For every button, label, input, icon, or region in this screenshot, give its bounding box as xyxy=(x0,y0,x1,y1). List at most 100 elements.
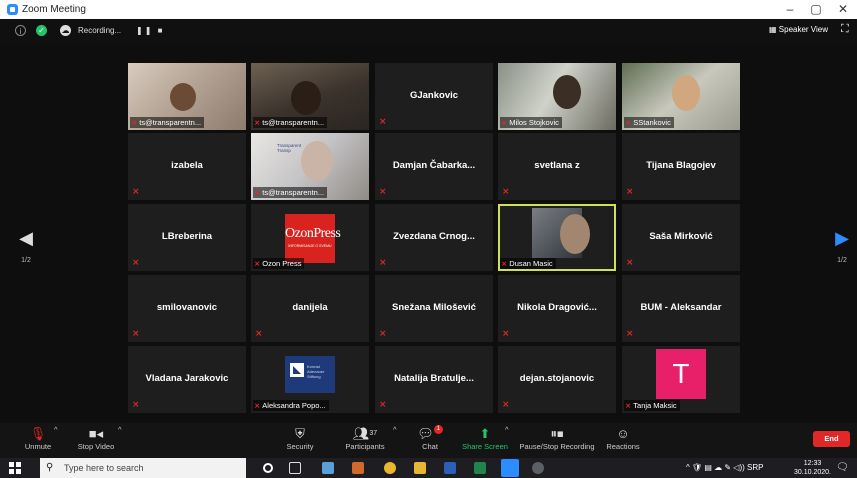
participant-tile[interactable]: izabela ⨯ xyxy=(128,133,246,200)
participant-tile[interactable]: Vladana Jarakovic ⨯ xyxy=(128,346,246,413)
app-icon[interactable] xyxy=(322,462,334,474)
taskbar-search[interactable]: ⚲ Type here to search xyxy=(40,458,246,478)
participant-tile[interactable]: Saša Mirković ⨯ xyxy=(622,204,740,271)
participant-label: ⨯ ts@transparentn... xyxy=(130,117,205,128)
participant-tile[interactable]: ⨯ SStankovic xyxy=(622,63,740,130)
app2-icon[interactable] xyxy=(532,462,544,474)
unmute-label: Unmute xyxy=(24,442,52,451)
word-icon[interactable] xyxy=(444,462,456,474)
participant-tile[interactable]: ⨯ ts@transparentn... xyxy=(128,63,246,130)
end-meeting-button[interactable]: End xyxy=(813,431,850,447)
search-icon: ⚲ xyxy=(46,462,54,473)
unmute-button[interactable]: 🎙︎ Unmute xyxy=(20,425,56,451)
participant-tile[interactable]: ⨯ Dusan Masic xyxy=(498,204,616,271)
chat-label: Chat xyxy=(422,442,438,451)
video-options-chevron-icon[interactable]: ^ xyxy=(118,425,122,434)
participant-name: dejan.stojanovic xyxy=(519,373,595,384)
participant-name: Tijana Blagojev xyxy=(646,160,716,171)
fullscreen-icon[interactable]: ⛶ xyxy=(841,23,849,36)
participant-tile[interactable]: Zvezdana Crnog... ⨯ xyxy=(375,204,493,271)
participant-label: ⨯ ts@transparentn... xyxy=(253,187,328,198)
participants-button[interactable]: 👥︎37 Participants xyxy=(344,425,386,451)
participant-silhouette xyxy=(672,75,700,111)
recording-controls[interactable]: ❚❚ ■ xyxy=(136,26,164,35)
taskbar-search-placeholder: Type here to search xyxy=(64,463,144,473)
participant-tile[interactable]: ⨯ ts@transparentn... xyxy=(251,63,369,130)
microphone-muted-icon: ⨯ xyxy=(132,186,140,196)
next-page-button[interactable]: ▶ 1/2 xyxy=(832,228,852,264)
task-view-icon[interactable] xyxy=(289,462,301,474)
participant-tile[interactable]: Snežana Milošević ⨯ xyxy=(375,275,493,342)
microphone-muted-icon: ⨯ xyxy=(626,328,634,338)
participant-tile[interactable]: Nikola Dragović... ⨯ xyxy=(498,275,616,342)
zoom-taskbar-icon[interactable] xyxy=(501,459,519,477)
windows-start-icon[interactable] xyxy=(9,462,21,474)
system-tray[interactable]: ^ 🛡︎ ▤ ☁ ✎ ◁)) SRP xyxy=(686,463,763,472)
files-icon[interactable] xyxy=(352,462,364,474)
microphone-muted-icon: ⨯ xyxy=(255,328,263,338)
participant-tile[interactable]: smilovanovic ⨯ xyxy=(128,275,246,342)
participant-tile[interactable]: ⨯ Milos Stojkovic xyxy=(498,63,616,130)
participant-grid: ⨯ ts@transparentn... ⨯ ts@transparentn... GJ… xyxy=(128,63,741,413)
speaker-view-button[interactable]: ▦ Speaker View xyxy=(769,25,828,34)
chat-button[interactable]: 💬︎ 1 Chat xyxy=(416,425,444,451)
recording-cloud-icon: ☁ xyxy=(60,25,71,36)
participant-name: Snežana Milošević xyxy=(392,302,476,313)
stop-video-label: Stop Video xyxy=(77,442,115,451)
participant-tile[interactable]: svetlana z ⨯ xyxy=(498,133,616,200)
participant-label-text: ts@transparentn... xyxy=(139,118,202,127)
chat-bubble-icon: 💬︎ 1 xyxy=(416,425,444,442)
participant-tile[interactable]: OzonPress INFORMISANJE O SVEMU ⨯ Ozon Press xyxy=(251,204,369,271)
share-screen-arrow-icon: ⬆ xyxy=(479,426,491,441)
participant-tile[interactable]: Konrad Adenauer Stiftung ⨯ Aleksandra Popo… xyxy=(251,346,369,413)
participant-tile[interactable]: BUM - Aleksandar ⨯ xyxy=(622,275,740,342)
stop-video-button[interactable]: ■◂ Stop Video xyxy=(74,425,118,451)
encryption-shield-icon[interactable]: ✓ xyxy=(36,25,47,36)
participant-tile[interactable]: dejan.stojanovic ⨯ xyxy=(498,346,616,413)
pause-stop-recording-button[interactable]: ⏸⏹ Pause/Stop Recording xyxy=(517,425,597,451)
microphone-muted-icon: ⨯ xyxy=(132,328,140,338)
minimize-button[interactable]: – xyxy=(780,2,800,16)
microphone-muted-icon: ⨯ xyxy=(626,186,634,196)
info-icon[interactable]: i xyxy=(15,25,26,36)
security-label: Security xyxy=(286,442,314,451)
chrome-icon[interactable] xyxy=(384,462,396,474)
shield-icon: ⛨ xyxy=(295,426,305,441)
kas-logo: Konrad Adenauer Stiftung xyxy=(285,356,335,393)
share-screen-button[interactable]: ⬆ Share Screen xyxy=(461,425,509,451)
clock-time: 12:33 xyxy=(803,460,822,467)
notification-icon[interactable]: 🗨︎ xyxy=(836,462,849,473)
participant-tile[interactable]: T ⨯ Tanja Maksic xyxy=(622,346,740,413)
participant-tile[interactable]: danijela ⨯ xyxy=(251,275,369,342)
tray-language: SRP xyxy=(747,463,764,472)
excel-icon[interactable] xyxy=(474,462,486,474)
page-indicator-right: 1/2 xyxy=(837,257,847,264)
file-explorer-icon[interactable] xyxy=(414,462,426,474)
participant-tile[interactable]: Damjan Čabarka... ⨯ xyxy=(375,133,493,200)
participant-tile[interactable]: LBreberina ⨯ xyxy=(128,204,246,271)
arrow-right-icon: ▶ xyxy=(835,228,849,248)
prev-page-button[interactable]: ◀ 1/2 xyxy=(16,228,36,264)
tray-icons: ^ 🛡︎ ▤ ☁ ✎ ◁)) xyxy=(686,463,747,472)
microphone-muted-icon: ⨯ xyxy=(379,257,387,267)
chat-badge: 1 xyxy=(433,425,443,434)
microphone-muted-icon: ⨯ xyxy=(502,328,510,338)
microphone-muted-icon: ⨯ xyxy=(502,186,510,196)
participant-silhouette xyxy=(560,214,590,254)
participant-tile[interactable]: Transparent Transp ⨯ ts@transparentn... xyxy=(251,133,369,200)
participants-chevron-icon[interactable]: ^ xyxy=(393,425,397,434)
taskbar-clock[interactable]: 12:33 30.10.2020. xyxy=(794,459,831,477)
share-options-chevron-icon[interactable]: ^ xyxy=(505,425,509,434)
security-button[interactable]: ⛨ Security xyxy=(283,425,317,451)
microphone-muted-icon: ⨯ xyxy=(132,257,140,267)
participant-label-text: ts@transparentn... xyxy=(262,188,325,197)
maximize-button[interactable]: ▢ xyxy=(806,2,826,16)
participant-label-text: SStankovic xyxy=(633,118,671,127)
close-button[interactable]: ✕ xyxy=(833,2,853,16)
reactions-button[interactable]: ☺ Reactions xyxy=(605,425,641,451)
audio-options-chevron-icon[interactable]: ^ xyxy=(54,425,58,434)
participant-tile[interactable]: Tijana Blagojev ⨯ xyxy=(622,133,740,200)
cortana-icon[interactable] xyxy=(263,463,273,473)
participant-tile[interactable]: GJankovic ⨯ xyxy=(375,63,493,130)
participant-tile[interactable]: Natalija Bratulje... ⨯ xyxy=(375,346,493,413)
